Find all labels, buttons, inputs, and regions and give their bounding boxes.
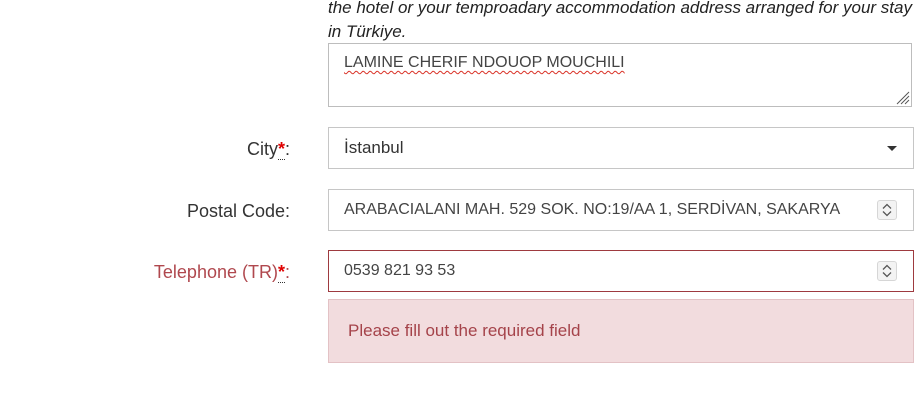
telephone-label: Telephone (TR)*: xyxy=(153,262,290,283)
resize-grip-icon[interactable] xyxy=(894,89,910,105)
required-mark: * xyxy=(277,262,285,283)
spinner-icon[interactable] xyxy=(877,261,897,281)
city-select[interactable]: İstanbul xyxy=(328,127,914,169)
postal-code-value: ARABACIALANI MAH. 529 SOK. NO:19/AA 1, S… xyxy=(344,201,841,218)
address-textarea[interactable]: LAMINE CHERIF NDOUOP MOUCHILI xyxy=(328,43,912,107)
address-hint: the hotel or your temproadary accommodat… xyxy=(328,0,912,41)
error-message: Please fill out the required field xyxy=(348,321,581,340)
telephone-value: 0539 821 93 53 xyxy=(344,262,456,279)
postal-code-input[interactable]: ARABACIALANI MAH. 529 SOK. NO:19/AA 1, S… xyxy=(328,189,914,231)
postal-code-label: Postal Code: xyxy=(186,201,290,221)
spinner-icon[interactable] xyxy=(877,200,897,220)
address-value: LAMINE CHERIF NDOUOP MOUCHILI xyxy=(344,54,625,71)
telephone-error-alert: Please fill out the required field xyxy=(328,299,914,363)
chevron-down-icon xyxy=(887,146,897,151)
city-value: İstanbul xyxy=(344,138,404,157)
required-mark: * xyxy=(277,139,285,160)
city-label: City*: xyxy=(246,139,290,160)
telephone-input[interactable]: 0539 821 93 53 xyxy=(328,250,914,292)
